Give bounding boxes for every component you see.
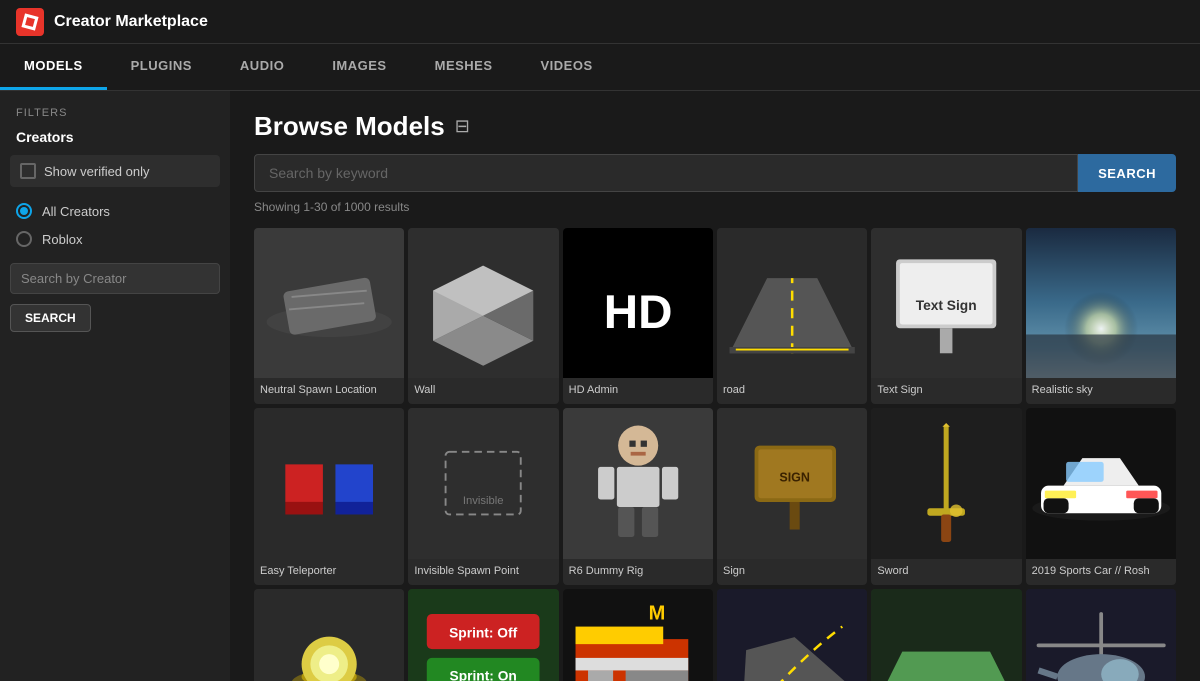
item-label: Sword: [871, 559, 1021, 585]
models-grid: Neutral Spawn Location Wall: [254, 228, 1176, 681]
roblox-logo: [16, 8, 44, 36]
list-item[interactable]: Realistic sky: [1026, 228, 1176, 404]
item-thumbnail: [254, 408, 404, 558]
item-thumbnail: [1026, 228, 1176, 378]
item-thumbnail: [871, 408, 1021, 558]
svg-text:SIGN: SIGN: [779, 471, 810, 485]
tab-models[interactable]: MODELS: [0, 44, 107, 90]
main-layout: FILTERS Creators Show verified only All …: [0, 91, 1200, 681]
roblox-radio[interactable]: [16, 231, 32, 247]
keyword-search-row: SEARCH: [254, 154, 1176, 192]
all-creators-label: All Creators: [42, 204, 110, 219]
browse-title: Browse Models: [254, 111, 445, 142]
item-thumbnail: [717, 228, 867, 378]
item-label: Invisible Spawn Point: [408, 559, 558, 585]
svg-text:Sprint: Off: Sprint: Off: [449, 625, 517, 640]
item-thumbnail: [871, 589, 1021, 681]
item-label: Neutral Spawn Location: [254, 378, 404, 404]
list-item[interactable]: Road Turn: [717, 589, 867, 681]
list-item[interactable]: Neutral Spawn Location: [254, 228, 404, 404]
item-thumbnail: [563, 408, 713, 558]
svg-text:Invisible: Invisible: [463, 496, 504, 508]
app-title: Creator Marketplace: [54, 13, 208, 31]
results-count: Showing 1-30 of 1000 results: [254, 200, 1176, 214]
item-label: 2019 Sports Car // Rosh: [1026, 559, 1176, 585]
list-item[interactable]: Powerful light: [254, 589, 404, 681]
list-item[interactable]: Easy Teleporter: [254, 408, 404, 584]
creator-radio-group: All Creators Roblox: [0, 203, 230, 247]
verified-only-row[interactable]: Show verified only: [10, 155, 220, 187]
verified-label: Show verified only: [44, 164, 150, 179]
list-item[interactable]: Text Sign Text Sign: [871, 228, 1021, 404]
keyword-search-button[interactable]: SEARCH: [1078, 154, 1176, 192]
item-label: HD Admin: [563, 378, 713, 404]
svg-text:HD: HD: [603, 286, 672, 339]
item-thumbnail: [408, 228, 558, 378]
item-label: Easy Teleporter: [254, 559, 404, 585]
item-thumbnail: Text Sign: [871, 228, 1021, 378]
header: Creator Marketplace: [0, 0, 1200, 44]
item-thumbnail: [1026, 408, 1176, 558]
all-creators-radio[interactable]: [16, 203, 32, 219]
list-item[interactable]: Invisible Invisible Spawn Point: [408, 408, 558, 584]
svg-text:Text Sign: Text Sign: [916, 298, 977, 313]
list-item[interactable]: 2019 Sports Car // Rosh: [1026, 408, 1176, 584]
list-item[interactable]: road: [717, 228, 867, 404]
svg-text:M: M: [648, 602, 665, 624]
roblox-option[interactable]: Roblox: [16, 231, 214, 247]
item-thumbnail: [254, 589, 404, 681]
item-label: R6 Dummy Rig: [563, 559, 713, 585]
item-label: Sign: [717, 559, 867, 585]
list-item[interactable]: HD HD Admin: [563, 228, 713, 404]
item-thumbnail: SIGN: [717, 408, 867, 558]
tab-audio[interactable]: AUDIO: [216, 44, 308, 90]
item-thumbnail: HD: [563, 228, 713, 378]
item-thumbnail: [717, 589, 867, 681]
item-thumbnail: Invisible: [408, 408, 558, 558]
list-item[interactable]: Sword: [871, 408, 1021, 584]
keyword-search-input[interactable]: [254, 154, 1078, 192]
all-creators-option[interactable]: All Creators: [16, 203, 214, 219]
item-label: road: [717, 378, 867, 404]
list-item[interactable]: SIGN Sign: [717, 408, 867, 584]
item-thumbnail: [254, 228, 404, 378]
item-label: Realistic sky: [1026, 378, 1176, 404]
creator-search-button[interactable]: SEARCH: [10, 304, 91, 332]
svg-text:Sprint: On: Sprint: On: [450, 668, 517, 681]
item-thumbnail: M: [563, 589, 713, 681]
tab-plugins[interactable]: PLUGINS: [107, 44, 216, 90]
tabs-bar: MODELS PLUGINS AUDIO IMAGES MESHES VIDEO…: [0, 44, 1200, 91]
creators-heading: Creators: [0, 129, 230, 155]
item-thumbnail: [1026, 589, 1176, 681]
content-area: Browse Models ⊟ SEARCH Showing 1-30 of 1…: [230, 91, 1200, 681]
item-label: Text Sign: [871, 378, 1021, 404]
filter-icon[interactable]: ⊟: [455, 116, 470, 137]
filters-heading: FILTERS: [0, 107, 230, 129]
sidebar: FILTERS Creators Show verified only All …: [0, 91, 230, 681]
tab-meshes[interactable]: MESHES: [411, 44, 517, 90]
roblox-label: Roblox: [42, 232, 82, 247]
list-item[interactable]: MD Helicopters MH-6 Li ttle Bird: [1026, 589, 1176, 681]
list-item[interactable]: R6 Dummy Rig: [563, 408, 713, 584]
item-thumbnail: Sprint: Off Sprint: On Difficulty: 5/1: [408, 589, 558, 681]
list-item[interactable]: Grass Baseplate: [871, 589, 1021, 681]
item-label: Wall: [408, 378, 558, 404]
tab-videos[interactable]: VIDEOS: [517, 44, 617, 90]
verified-checkbox[interactable]: [20, 163, 36, 179]
creator-search-input[interactable]: [10, 263, 220, 294]
list-item[interactable]: Wall: [408, 228, 558, 404]
list-item[interactable]: M mcdonalds with parking lot: [563, 589, 713, 681]
list-item[interactable]: Sprint: Off Sprint: On Difficulty: 5/1 S…: [408, 589, 558, 681]
browse-header: Browse Models ⊟: [254, 111, 1176, 142]
tab-images[interactable]: IMAGES: [308, 44, 410, 90]
